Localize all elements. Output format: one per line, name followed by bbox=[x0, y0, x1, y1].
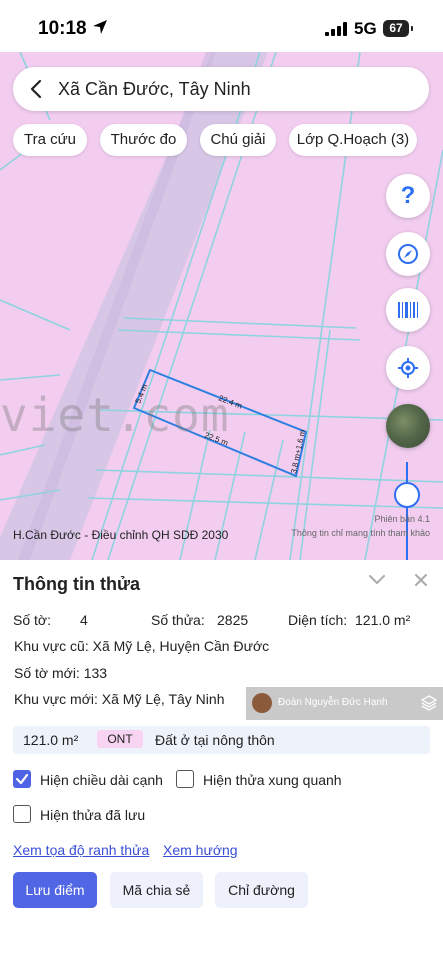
close-icon[interactable] bbox=[414, 573, 428, 587]
location-title: Xã Cần Đước, Tây Ninh bbox=[58, 79, 251, 99]
compass-icon bbox=[398, 244, 418, 264]
version-label: Phiên bản 4.1 bbox=[374, 514, 430, 524]
chip-planning-layers[interactable]: Lớp Q.Hoạch (3) bbox=[289, 124, 417, 156]
help-button[interactable]: ? bbox=[386, 174, 430, 218]
sheet-number-value: 4 bbox=[80, 612, 88, 628]
battery-icon: 67 bbox=[383, 20, 413, 37]
show-lengths-checkbox[interactable] bbox=[13, 770, 31, 788]
owner-name: Đoàn Nguyễn Đức Hạnh bbox=[278, 697, 388, 708]
share-code-button[interactable]: Mã chia sẻ bbox=[110, 872, 203, 908]
locate-button[interactable] bbox=[386, 346, 430, 390]
show-saved-checkbox[interactable] bbox=[13, 805, 31, 823]
chip-lookup[interactable]: Tra cứu bbox=[13, 124, 87, 156]
avatar bbox=[252, 693, 272, 713]
search-bar[interactable]: Xã Cần Đước, Tây Ninh bbox=[13, 67, 429, 111]
location-arrow-icon bbox=[93, 20, 107, 34]
checkmark-icon bbox=[15, 773, 29, 785]
view-boundary-coords-link[interactable]: Xem tọa độ ranh thửa bbox=[13, 842, 149, 858]
old-area-text: Khu vực cũ: Xã Mỹ Lệ, Huyện Cần Đước bbox=[14, 638, 270, 654]
panel-title: Thông tin thửa bbox=[13, 574, 141, 594]
view-direction-link[interactable]: Xem hướng bbox=[163, 842, 238, 858]
directions-button[interactable]: Chỉ đường bbox=[215, 872, 308, 908]
opacity-slider-track[interactable] bbox=[406, 462, 408, 560]
chevron-down-icon[interactable] bbox=[368, 574, 386, 586]
signal-icon bbox=[325, 22, 347, 36]
barcode-icon bbox=[398, 302, 418, 318]
land-area: 121.0 m² bbox=[23, 732, 79, 748]
parcel-number-value: 2825 bbox=[217, 612, 249, 628]
network-label: 5G bbox=[354, 19, 377, 38]
map-watermark: viet.com bbox=[0, 388, 230, 442]
area-label: Diện tích: bbox=[288, 612, 348, 628]
parcel-info-panel: Thông tin thửa Số tờ: 4 Số thửa: 2825 Di… bbox=[0, 560, 443, 959]
new-sheet-text: Số tờ mới: 133 bbox=[14, 665, 108, 681]
status-bar: 10:18 5G 67 bbox=[0, 0, 443, 52]
chip-legend[interactable]: Chú giải bbox=[200, 124, 276, 156]
sheet-number-label: Số tờ: bbox=[13, 612, 51, 628]
area-value: 121.0 m² bbox=[355, 612, 411, 628]
crosshair-icon bbox=[398, 358, 418, 378]
status-time: 10:18 bbox=[38, 18, 87, 39]
layers-icon bbox=[421, 695, 437, 711]
new-area-text: Khu vực mới: Xã Mỹ Lệ, Tây Ninh bbox=[14, 691, 225, 707]
new-area-row: Khu vực mới: Xã Mỹ Lệ, Tây Ninh bbox=[8, 686, 262, 712]
parcel-number-label: Số thửa: bbox=[151, 612, 205, 628]
barcode-button[interactable] bbox=[386, 288, 430, 332]
chip-ruler[interactable]: Thước đo bbox=[100, 124, 187, 156]
land-use-description: Đất ở tại nông thôn bbox=[155, 732, 275, 748]
show-lengths-label[interactable]: Hiện chiều dài cạnh bbox=[40, 772, 163, 788]
show-saved-label[interactable]: Hiện thửa đã lưu bbox=[40, 807, 145, 823]
satellite-layer-button[interactable] bbox=[386, 404, 430, 448]
question-icon: ? bbox=[400, 182, 416, 209]
owner-tag: Đoàn Nguyễn Đức Hạnh bbox=[246, 687, 443, 720]
land-use-bar: 121.0 m² ONT Đất ở tại nông thôn bbox=[13, 726, 430, 754]
show-neighbors-label[interactable]: Hiện thửa xung quanh bbox=[203, 772, 342, 788]
plan-layer-label: H.Cần Đước - Điều chỉnh QH SDĐ 2030 bbox=[13, 528, 229, 542]
compass-button[interactable] bbox=[386, 232, 430, 276]
disclaimer-text: Thông tin chỉ mang tính tham khảo bbox=[291, 528, 430, 538]
land-use-code-badge: ONT bbox=[97, 730, 143, 748]
back-arrow-icon[interactable] bbox=[29, 79, 43, 99]
old-area-row: Khu vực cũ: Xã Mỹ Lệ, Huyện Cần Đước bbox=[8, 633, 269, 659]
show-neighbors-checkbox[interactable] bbox=[176, 770, 194, 788]
new-sheet-row: Số tờ mới: 133 bbox=[8, 659, 262, 685]
save-point-button[interactable]: Lưu điểm bbox=[13, 872, 97, 908]
opacity-slider-handle[interactable] bbox=[394, 482, 420, 508]
